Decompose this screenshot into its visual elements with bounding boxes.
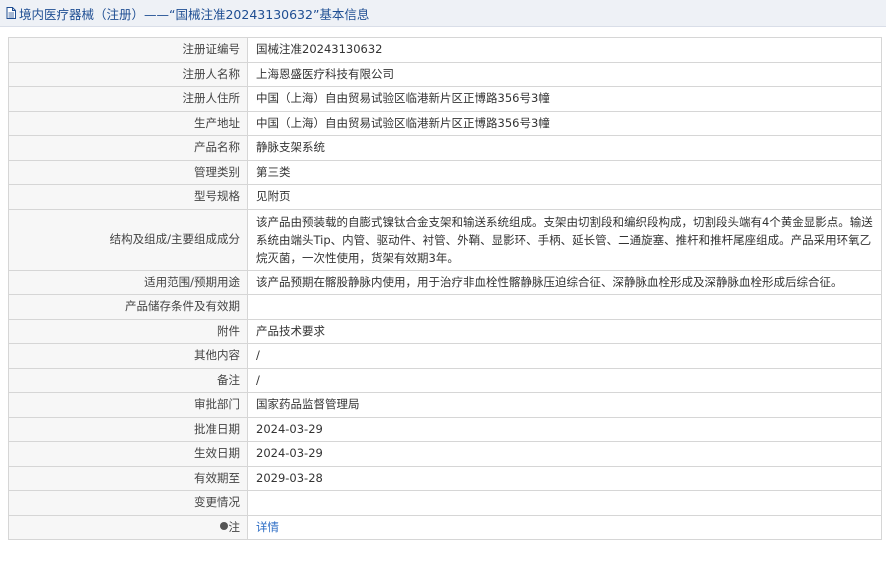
- row-value: 见附页: [247, 184, 882, 210]
- row-value: 中国（上海）自由贸易试验区临港新片区正博路356号3幢: [247, 86, 882, 112]
- row-label: 管理类别: [8, 159, 248, 185]
- row-value: 第三类: [247, 159, 882, 185]
- row-value: 上海恩盛医疗科技有限公司: [247, 61, 882, 87]
- row-value: 2029-03-28: [247, 465, 882, 491]
- table-row: 注册证编号 国械注准20243130632: [8, 37, 882, 63]
- note-row: 注 详情: [8, 514, 882, 540]
- row-label: 变更情况: [8, 490, 248, 516]
- row-value: 2024-03-29: [247, 416, 882, 442]
- table-row: 注册人名称 上海恩盛医疗科技有限公司: [8, 61, 882, 87]
- row-label: 其他内容: [8, 343, 248, 369]
- row-label: 注册人名称: [8, 61, 248, 87]
- document-icon: [6, 7, 16, 19]
- row-value: 中国（上海）自由贸易试验区临港新片区正博路356号3幢: [247, 110, 882, 136]
- table-row: 产品名称 静脉支架系统: [8, 135, 882, 161]
- row-value: 2024-03-29: [247, 441, 882, 467]
- note-icon: [219, 522, 228, 531]
- table-row: 审批部门 国家药品监督管理局: [8, 392, 882, 418]
- row-label: 产品储存条件及有效期: [8, 294, 248, 320]
- row-value: 国械注准20243130632: [247, 37, 882, 63]
- table-row: 注册人住所 中国（上海）自由贸易试验区临港新片区正博路356号3幢: [8, 86, 882, 112]
- row-label: 备注: [8, 367, 248, 393]
- note-label: 注: [8, 514, 248, 540]
- table-row: 结构及组成/主要组成成分 该产品由预装载的自膨式镍钛合金支架和输送系统组成。支架…: [8, 208, 882, 271]
- page-title-bar: 境内医疗器械（注册）——“国械注准20243130632”基本信息: [0, 0, 886, 27]
- row-value: 该产品由预装载的自膨式镍钛合金支架和输送系统组成。支架由切割段和编织段构成，切割…: [247, 208, 882, 271]
- row-value: /: [247, 367, 882, 393]
- row-label: 结构及组成/主要组成成分: [8, 208, 248, 271]
- row-label: 产品名称: [8, 135, 248, 161]
- row-label: 审批部门: [8, 392, 248, 418]
- row-label: 有效期至: [8, 465, 248, 491]
- device-info-table: 注册证编号 国械注准20243130632 注册人名称 上海恩盛医疗科技有限公司…: [8, 37, 882, 540]
- table-row: 生产地址 中国（上海）自由贸易试验区临港新片区正博路356号3幢: [8, 110, 882, 136]
- row-label: 附件: [8, 318, 248, 344]
- table-row: 附件 产品技术要求: [8, 318, 882, 344]
- row-value: [247, 294, 882, 320]
- table-row: 型号规格 见附页: [8, 184, 882, 210]
- row-label: 注册证编号: [8, 37, 248, 63]
- row-value: /: [247, 343, 882, 369]
- row-value: 该产品预期在髂股静脉内使用，用于治疗非血栓性髂静脉压迫综合征、深静脉血栓形成及深…: [247, 269, 882, 295]
- row-label: 生效日期: [8, 441, 248, 467]
- table-row: 变更情况: [8, 490, 882, 516]
- note-label-text: 注: [228, 519, 241, 534]
- row-label: 型号规格: [8, 184, 248, 210]
- table-row: 批准日期 2024-03-29: [8, 416, 882, 442]
- details-link[interactable]: 详情: [256, 520, 279, 534]
- row-value: 产品技术要求: [247, 318, 882, 344]
- note-value: 详情: [247, 514, 882, 540]
- table-row: 管理类别 第三类: [8, 159, 882, 185]
- table-row: 有效期至 2029-03-28: [8, 465, 882, 491]
- row-value: 静脉支架系统: [247, 135, 882, 161]
- table-row: 备注 /: [8, 367, 882, 393]
- row-value: [247, 490, 882, 516]
- row-label: 生产地址: [8, 110, 248, 136]
- row-label: 注册人住所: [8, 86, 248, 112]
- table-row: 适用范围/预期用途 该产品预期在髂股静脉内使用，用于治疗非血栓性髂静脉压迫综合征…: [8, 269, 882, 295]
- row-value: 国家药品监督管理局: [247, 392, 882, 418]
- table-row: 其他内容 /: [8, 343, 882, 369]
- page-title: 境内医疗器械（注册）——“国械注准20243130632”基本信息: [19, 6, 370, 22]
- table-row: 产品储存条件及有效期: [8, 294, 882, 320]
- table-row: 生效日期 2024-03-29: [8, 441, 882, 467]
- row-label: 适用范围/预期用途: [8, 269, 248, 295]
- row-label: 批准日期: [8, 416, 248, 442]
